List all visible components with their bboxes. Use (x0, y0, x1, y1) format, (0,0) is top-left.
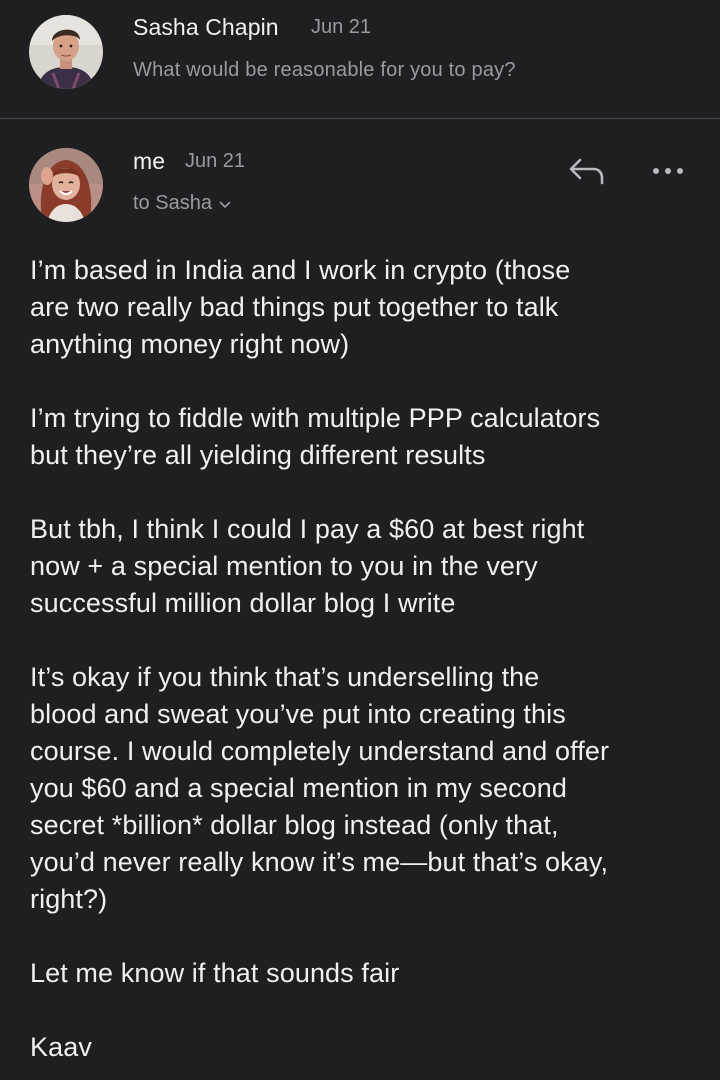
body-paragraph: But tbh, I think I could I pay a $60 at … (30, 514, 585, 618)
reply-button[interactable] (566, 153, 608, 189)
recipient-details-toggle[interactable]: to Sasha (133, 191, 231, 215)
signature: Kaav (30, 1032, 92, 1062)
message-body: I’m based in India and I work in crypto … (30, 252, 700, 1080)
expanded-message-me: me Jun 21 to Sasha I’m based in India an… (0, 0, 720, 1080)
recipient-label: to Sasha (133, 191, 212, 214)
body-paragraph: It’s okay if you think that’s underselli… (30, 662, 610, 914)
message-date: Jun 21 (185, 150, 246, 172)
sender-name: me (133, 148, 166, 174)
chevron-down-icon (219, 192, 231, 215)
body-paragraph: I’m trying to fiddle with multiple PPP c… (30, 403, 601, 470)
avatar-me (29, 148, 103, 222)
body-paragraph: Let me know if that sounds fair (30, 958, 400, 988)
body-paragraph: I’m based in India and I work in crypto … (30, 255, 571, 359)
more-horizontal-icon (648, 168, 688, 186)
more-options-button[interactable] (648, 160, 688, 182)
me-avatar-image (29, 148, 103, 222)
reply-arrow-icon (566, 158, 608, 193)
